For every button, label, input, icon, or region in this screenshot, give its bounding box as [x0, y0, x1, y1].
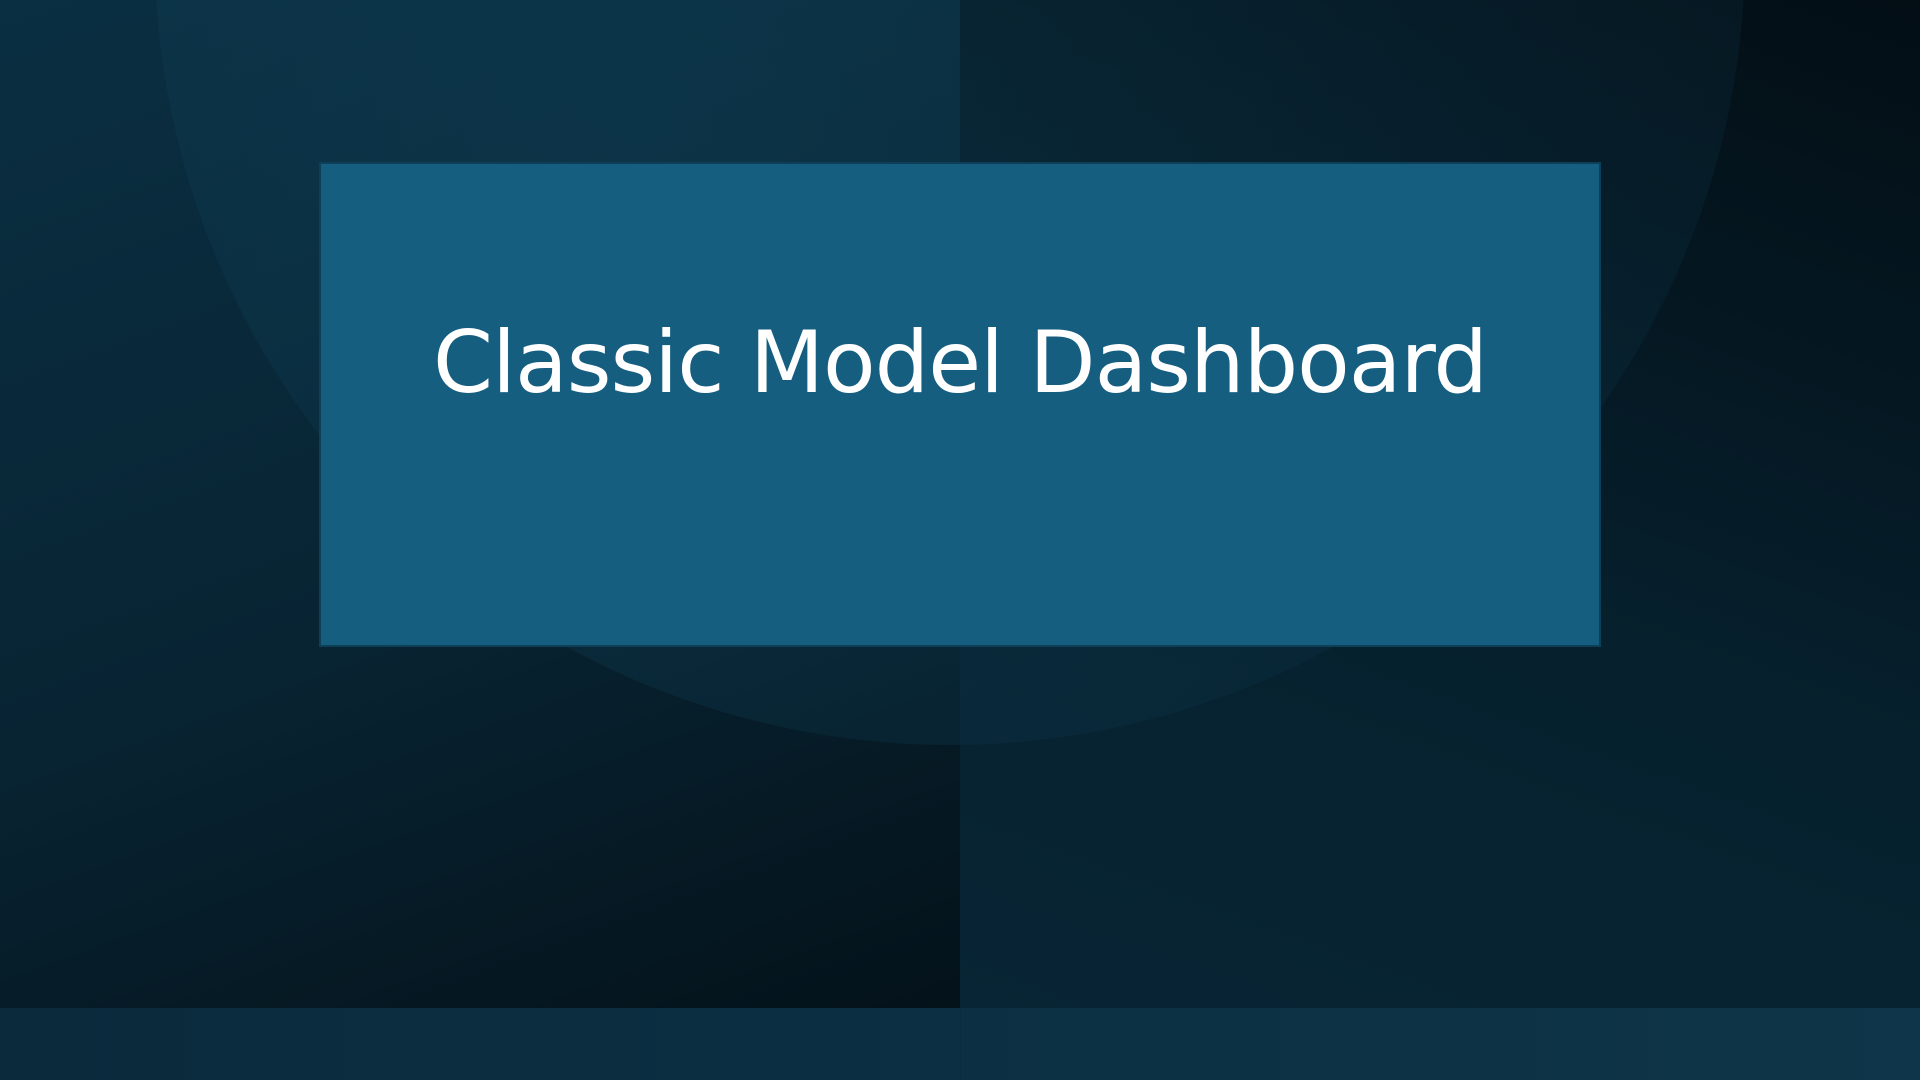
- bottom-band-divider: [960, 1008, 961, 1080]
- slide-canvas: Classic Model Dashboard: [0, 0, 1920, 1080]
- slide-title: Classic Model Dashboard: [433, 312, 1488, 413]
- title-box: Classic Model Dashboard: [319, 162, 1601, 647]
